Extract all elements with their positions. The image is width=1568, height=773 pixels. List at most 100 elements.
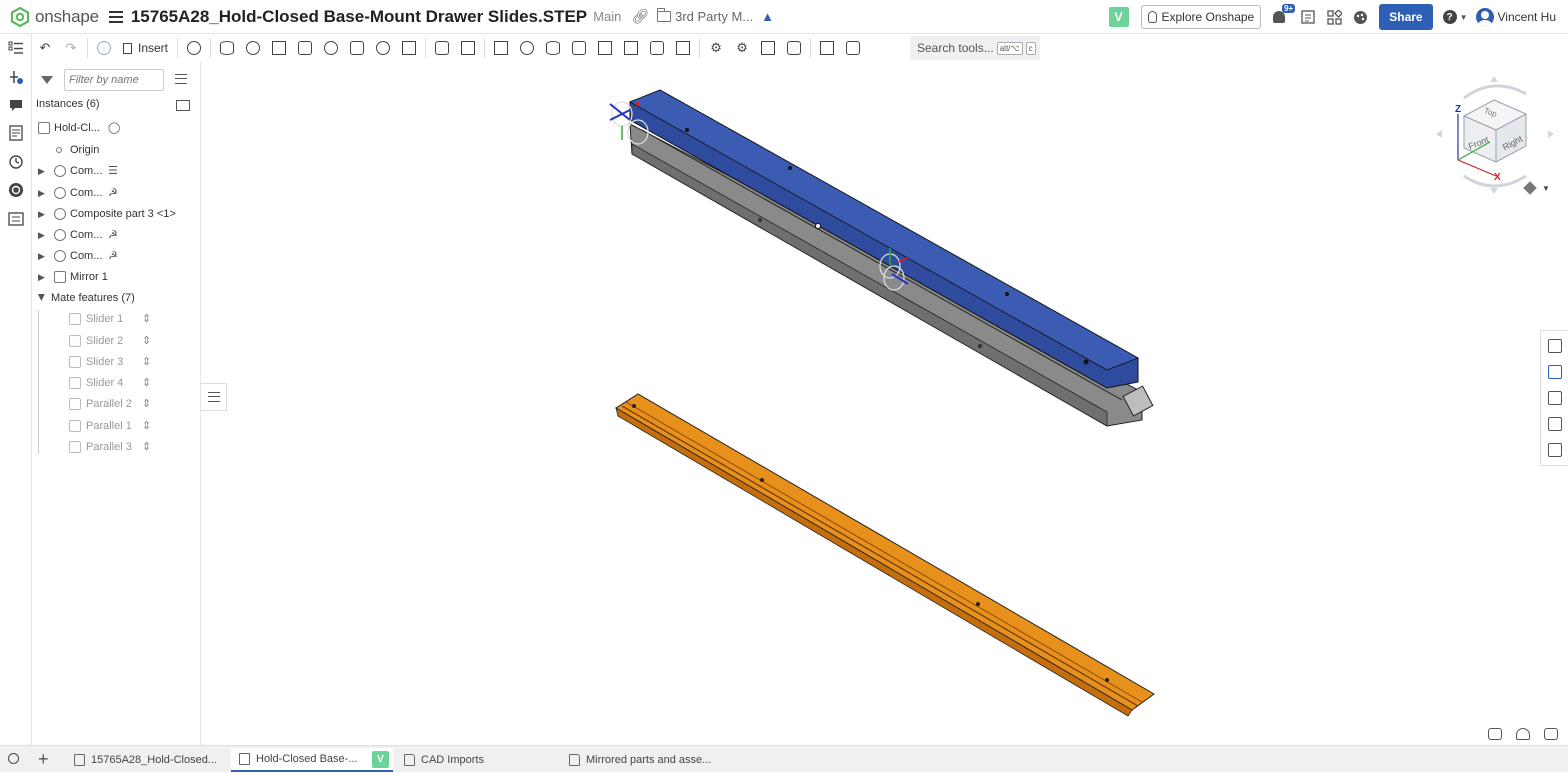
- relation-button[interactable]: [540, 35, 566, 61]
- mate-panel-icon[interactable]: [1548, 391, 1562, 405]
- rotate-left-arrow-icon[interactable]: [1436, 130, 1442, 138]
- bom-icon[interactable]: [8, 125, 24, 141]
- named-positions-button[interactable]: [781, 35, 807, 61]
- mirror-button[interactable]: [670, 35, 696, 61]
- feature-list-icon[interactable]: [8, 40, 24, 56]
- standard-content-button[interactable]: [181, 35, 207, 61]
- document-title[interactable]: 15765A28_Hold-Closed Base-Mount Drawer S…: [131, 7, 587, 27]
- mate-item[interactable]: Parallel 2 ⇕: [32, 393, 201, 414]
- folder-breadcrumb[interactable]: 3rd Party M...: [657, 9, 753, 24]
- instance-item[interactable]: ▶ Com... ☭: [32, 245, 201, 266]
- avatar[interactable]: [1476, 8, 1494, 26]
- main-menu-icon[interactable]: [109, 11, 123, 23]
- planar-mate-button[interactable]: [292, 35, 318, 61]
- instance-item[interactable]: Hold-Cl... ◯: [32, 117, 201, 138]
- measure-button[interactable]: [814, 35, 840, 61]
- gear-relation-button[interactable]: [566, 35, 592, 61]
- insert-button[interactable]: Insert: [117, 35, 174, 61]
- rotate-up-arrow-icon[interactable]: [1490, 76, 1498, 82]
- tasks-icon[interactable]: [1298, 7, 1318, 27]
- search-tools-input[interactable]: Search tools... alt/⌥ c: [910, 36, 1040, 60]
- link-icon[interactable]: 🔗︎: [631, 8, 649, 25]
- chevron-right-icon[interactable]: ▶: [38, 167, 46, 175]
- configurations-icon[interactable]: [1548, 417, 1562, 431]
- parallel-mate-button[interactable]: [396, 35, 422, 61]
- pattern-button[interactable]: [618, 35, 644, 61]
- fastened-mate-button[interactable]: [214, 35, 240, 61]
- tab-part-studio[interactable]: 15765A28_Hold-Closed...: [66, 748, 228, 772]
- ball-mate-button[interactable]: [370, 35, 396, 61]
- add-tab-icon[interactable]: +: [38, 750, 49, 768]
- chevron-right-icon[interactable]: ▶: [38, 273, 46, 281]
- instance-item[interactable]: ▶ Composite part 3 <1>: [32, 203, 201, 224]
- rotate-down-arrow-icon[interactable]: [1490, 188, 1498, 194]
- filter-icon[interactable]: [41, 76, 53, 84]
- upper-slide-assembly[interactable]: [610, 90, 1153, 426]
- chevron-right-icon[interactable]: ▶: [38, 252, 46, 260]
- onshape-logo[interactable]: onshape: [10, 7, 99, 27]
- parts-panel-icon[interactable]: [1548, 365, 1562, 379]
- view-cube[interactable]: Top Front Right Z X: [1434, 72, 1556, 198]
- section-view-button[interactable]: [840, 35, 866, 61]
- tab-assembly[interactable]: Hold-Closed Base-... V: [231, 748, 393, 772]
- linear-pattern-button[interactable]: [755, 35, 781, 61]
- branch-name[interactable]: Main: [593, 9, 621, 24]
- cylindrical-mate-button[interactable]: [318, 35, 344, 61]
- explore-onshape-button[interactable]: Explore Onshape: [1141, 5, 1262, 29]
- group-button[interactable]: [488, 35, 514, 61]
- mate-item[interactable]: Slider 1 ⇕: [32, 308, 201, 329]
- mate-item[interactable]: Slider 4 ⇕: [32, 372, 201, 393]
- model-canvas[interactable]: [202, 62, 1540, 745]
- insert-mate-connector-icon[interactable]: [8, 69, 24, 85]
- appearance-icon[interactable]: [8, 182, 24, 198]
- list-view-icon[interactable]: [175, 74, 187, 84]
- pin-slot-mate-button[interactable]: [344, 35, 370, 61]
- section-view-icon[interactable]: [1516, 728, 1530, 740]
- graphics-viewport[interactable]: [202, 62, 1540, 745]
- workspace-badge[interactable]: V: [1109, 7, 1129, 27]
- animate-button[interactable]: ⚙: [729, 35, 755, 61]
- lower-slide-rail[interactable]: [616, 394, 1154, 716]
- rack-pinion-button[interactable]: [592, 35, 618, 61]
- mate-connector-button[interactable]: [514, 35, 540, 61]
- comments-icon[interactable]: [8, 97, 24, 113]
- instance-item[interactable]: ▶ Com... ☭: [32, 182, 201, 203]
- user-name[interactable]: Vincent Hu: [1498, 10, 1556, 24]
- display-mode-icon[interactable]: [1488, 728, 1502, 740]
- notes-icon[interactable]: [1548, 339, 1562, 353]
- history-icon[interactable]: [8, 154, 24, 170]
- learning-center-icon[interactable]: [1350, 7, 1370, 27]
- chevron-down-icon[interactable]: ▶: [38, 294, 46, 302]
- mate-item[interactable]: Parallel 1 ⇕: [32, 415, 201, 436]
- filter-input[interactable]: [64, 69, 164, 91]
- revolute-mate-button[interactable]: [240, 35, 266, 61]
- tangent-mate-button[interactable]: [429, 35, 455, 61]
- undo-button[interactable]: ↶: [32, 35, 58, 61]
- tab-cad-imports[interactable]: CAD Imports: [396, 748, 558, 772]
- rotate-right-arrow-icon[interactable]: [1548, 130, 1554, 138]
- perspective-icon[interactable]: [1544, 728, 1558, 740]
- mate-item[interactable]: Parallel 3 ⇕: [32, 436, 201, 457]
- instance-item[interactable]: ▶ Com... ☭: [32, 224, 201, 245]
- tab-mirrored-parts[interactable]: Mirrored parts and asse...: [561, 748, 723, 772]
- regenerate-button[interactable]: [91, 35, 117, 61]
- mate-item[interactable]: Slider 3 ⇕: [32, 351, 201, 372]
- add-folder-icon[interactable]: [176, 100, 190, 111]
- help-chevron-down-icon[interactable]: ▼: [1460, 13, 1468, 22]
- width-mate-button[interactable]: [455, 35, 481, 61]
- instance-item[interactable]: Origin: [32, 139, 201, 160]
- instance-item[interactable]: ▶ Com... ☰: [32, 160, 201, 181]
- replicate-button[interactable]: [644, 35, 670, 61]
- view-options-menu[interactable]: ▼: [1524, 182, 1550, 194]
- variable-icon[interactable]: [1548, 443, 1562, 457]
- search-tabs-icon[interactable]: [8, 753, 19, 764]
- share-button[interactable]: Share: [1379, 4, 1432, 30]
- chevron-right-icon[interactable]: ▶: [38, 189, 46, 197]
- chevron-right-icon[interactable]: ▶: [38, 231, 46, 239]
- help-icon[interactable]: ?: [1443, 10, 1457, 24]
- chevron-right-icon[interactable]: ▶: [38, 210, 46, 218]
- app-store-icon[interactable]: [1324, 7, 1344, 27]
- redo-button[interactable]: ↷: [58, 35, 84, 61]
- slider-mate-button[interactable]: [266, 35, 292, 61]
- mate-features-header[interactable]: ▶ Mate features (7): [32, 287, 201, 308]
